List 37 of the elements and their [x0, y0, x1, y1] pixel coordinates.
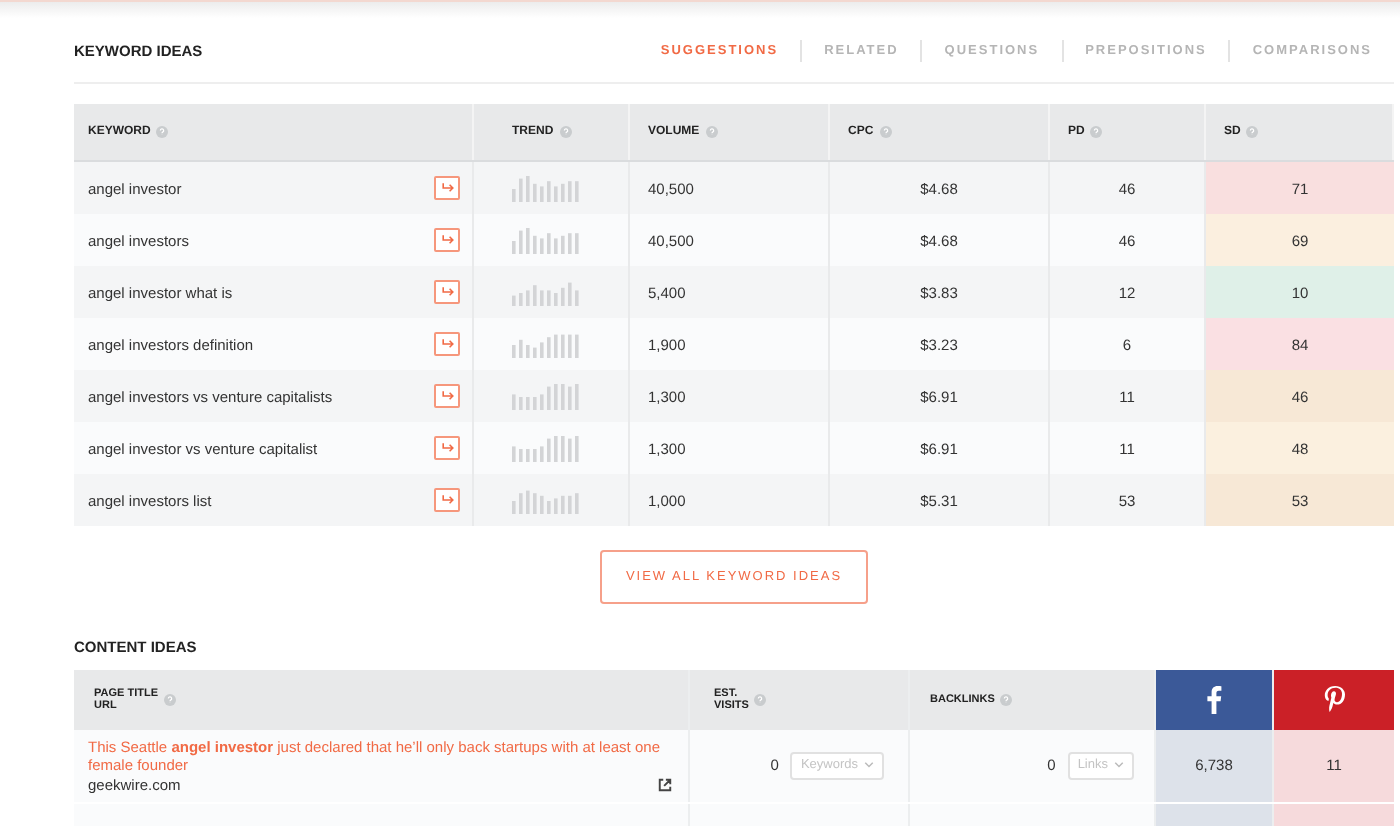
help-icon[interactable]: [559, 126, 572, 138]
pinterest-icon: [1323, 686, 1345, 714]
arrow-icon: [439, 492, 455, 508]
help-icon[interactable]: [1090, 126, 1103, 138]
arrow-icon: [439, 440, 455, 456]
caret-icon: [1114, 762, 1124, 769]
sparkline-drawing: [512, 382, 580, 410]
help-icon[interactable]: [1000, 694, 1013, 706]
arrow-icon: [439, 284, 455, 300]
open-keyword-button[interactable]: [434, 280, 460, 304]
help-icon[interactable]: [156, 126, 169, 138]
sparkline-drawing: [512, 226, 580, 254]
help-icon[interactable]: [879, 126, 892, 138]
help-icon[interactable]: [1246, 126, 1259, 138]
help-icon[interactable]: [754, 694, 767, 706]
sparkline-drawing: [512, 330, 580, 358]
open-keyword-button[interactable]: [434, 332, 460, 356]
open-keyword-button[interactable]: [434, 488, 460, 512]
sparkline-drawing: [512, 486, 580, 514]
sparkline-drawing: [512, 434, 580, 462]
external-link-icon[interactable]: [658, 777, 672, 792]
open-keyword-button[interactable]: [434, 228, 460, 252]
help-icon[interactable]: [705, 126, 718, 138]
arrow-icon: [439, 180, 455, 196]
arrow-icon: [439, 232, 455, 248]
caret-icon: [864, 762, 874, 769]
sparkline-drawing: [512, 174, 580, 202]
open-keyword-button[interactable]: [434, 436, 460, 460]
open-keyword-button[interactable]: [434, 176, 460, 200]
facebook-icon: [1206, 686, 1222, 714]
table-cell: [1156, 803, 1274, 826]
open-keyword-button[interactable]: [434, 384, 460, 408]
arrow-icon: [439, 336, 455, 352]
sparkline-drawing: [512, 278, 580, 306]
arrow-icon: [439, 388, 455, 404]
table-cell: [1274, 803, 1394, 826]
help-icon[interactable]: [163, 694, 176, 706]
